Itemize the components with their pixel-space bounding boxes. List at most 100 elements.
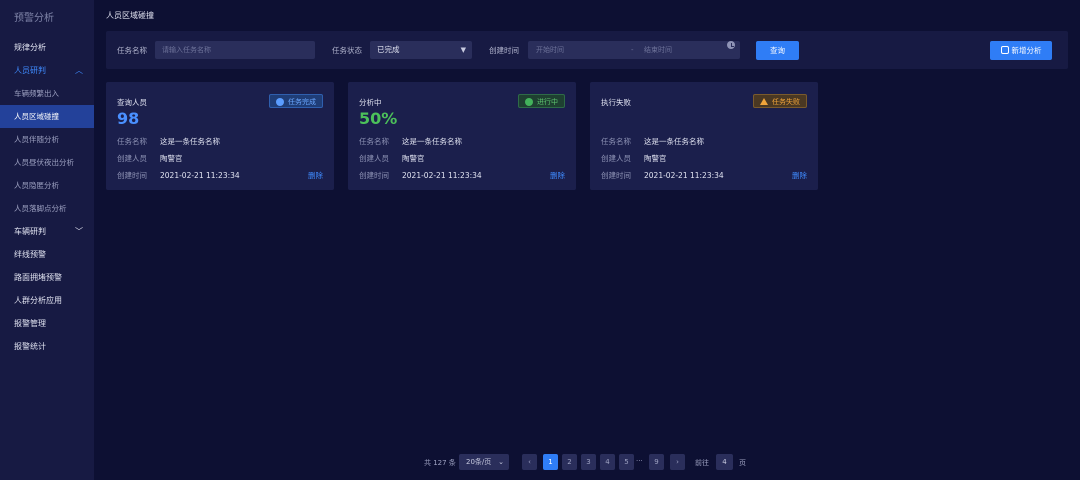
field-create-time: 创建时间 2021-02-21 11:23:34 bbox=[601, 170, 724, 181]
status-badge-label: 任务完成 bbox=[288, 98, 316, 106]
caret-down-icon: ▼ bbox=[460, 46, 466, 54]
status-badge-label: 进行中 bbox=[537, 98, 558, 106]
field-value: 2021-02-21 11:23:34 bbox=[402, 171, 482, 180]
page-ellipsis[interactable]: ··· bbox=[636, 457, 643, 465]
main-content: 人员区域碰撞 任务名称 任务状态 已完成 ▼ 创建时间 开始时间 - 结束时间 … bbox=[94, 0, 1080, 480]
app-root: 预警分析 规律分析 人员研判 ︿ 车辆频繁出入 人员区域碰撞 人员伴随分析 人员… bbox=[0, 0, 1080, 480]
sidebar-subitem-footing[interactable]: 人员落脚点分析 bbox=[0, 197, 94, 220]
status-badge: 任务失败 bbox=[753, 94, 807, 108]
field-creator: 创建人员 陶警官 bbox=[359, 153, 425, 164]
sidebar-subitem-area-collision[interactable]: 人员区域碰撞 bbox=[0, 105, 94, 128]
next-page-button[interactable]: › bbox=[670, 454, 685, 470]
chevron-left-icon: ‹ bbox=[528, 458, 531, 466]
task-card: 查询人员 98 任务完成 任务名称 这是一条任务名称 创建人员 陶警官 创建时间 20… bbox=[106, 82, 334, 190]
end-time-placeholder: 结束时间 bbox=[644, 46, 672, 54]
card-value: 98 bbox=[117, 109, 140, 128]
field-creator: 创建人员 陶警官 bbox=[601, 153, 667, 164]
range-separator: - bbox=[631, 46, 634, 54]
running-icon bbox=[525, 98, 533, 106]
status-badge: 任务完成 bbox=[269, 94, 323, 108]
task-card: 分析中 50% 进行中 任务名称 这是一条任务名称 创建人员 陶警官 创建时间 202… bbox=[348, 82, 576, 190]
page-button[interactable]: 9 bbox=[649, 454, 664, 470]
sidebar-subitem-hidden[interactable]: 人员隐匿分析 bbox=[0, 174, 94, 197]
field-value: 陶警官 bbox=[160, 154, 183, 163]
chevron-down-icon: ﹀ bbox=[75, 227, 83, 236]
goto-page-input[interactable]: 4 bbox=[716, 454, 733, 470]
sidebar-subitem-vehicle-frequent[interactable]: 车辆频繁出入 bbox=[0, 82, 94, 105]
field-value: 陶警官 bbox=[644, 154, 667, 163]
query-button[interactable]: 查询 bbox=[756, 41, 799, 60]
page-suffix: 页 bbox=[739, 459, 746, 467]
card-title: 查询人员 bbox=[117, 98, 147, 107]
add-icon bbox=[1000, 46, 1009, 54]
field-create-time: 创建时间 2021-02-21 11:23:34 bbox=[117, 170, 240, 181]
sidebar-title: 预警分析 bbox=[14, 13, 54, 24]
sidebar: 预警分析 规律分析 人员研判 ︿ 车辆频繁出入 人员区域碰撞 人员伴随分析 人员… bbox=[0, 0, 94, 480]
field-task-name: 任务名称 这是一条任务名称 bbox=[117, 136, 220, 147]
sidebar-subitem-companion[interactable]: 人员伴随分析 bbox=[0, 128, 94, 151]
field-value: 这是一条任务名称 bbox=[402, 137, 462, 146]
sidebar-subitem-night-activity[interactable]: 人员昼伏夜出分析 bbox=[0, 151, 94, 174]
field-task-name: 任务名称 这是一条任务名称 bbox=[601, 136, 704, 147]
field-key: 创建人员 bbox=[359, 154, 389, 163]
task-status-label: 任务状态 bbox=[332, 46, 362, 55]
sidebar-item-label: 车辆研判 bbox=[14, 227, 46, 236]
card-title: 分析中 bbox=[359, 98, 382, 107]
start-time-placeholder: 开始时间 bbox=[536, 46, 564, 54]
sidebar-item-label: 人员研判 bbox=[14, 66, 46, 75]
card-value: 50% bbox=[359, 109, 398, 128]
page-button[interactable]: 2 bbox=[562, 454, 577, 470]
page-button[interactable]: 1 bbox=[543, 454, 558, 470]
field-key: 任务名称 bbox=[359, 137, 389, 146]
chevron-up-icon: ︿ bbox=[75, 66, 83, 75]
create-time-label: 创建时间 bbox=[489, 46, 519, 55]
delete-link[interactable]: 删除 bbox=[308, 170, 323, 181]
page-button[interactable]: 3 bbox=[581, 454, 596, 470]
page-size-select[interactable]: 20条/页 ⌄ bbox=[459, 454, 509, 470]
chevron-right-icon: › bbox=[676, 458, 679, 466]
goto-label: 前往 bbox=[695, 459, 709, 467]
field-value: 2021-02-21 11:23:34 bbox=[644, 171, 724, 180]
sidebar-item-tripwire[interactable]: 绊线预警 bbox=[0, 243, 94, 266]
page-title: 人员区域碰撞 bbox=[106, 11, 154, 20]
sidebar-item-congestion[interactable]: 路面拥堵预警 bbox=[0, 266, 94, 289]
delete-link[interactable]: 删除 bbox=[550, 170, 565, 181]
task-status-select[interactable]: 已完成 ▼ bbox=[370, 41, 472, 59]
sidebar-item-crowd[interactable]: 人群分析应用 bbox=[0, 289, 94, 312]
page-button[interactable]: 4 bbox=[600, 454, 615, 470]
pagination: 共 127 条 20条/页 ⌄ ‹ 1 2 3 4 5 ··· 9 › 前往 4… bbox=[424, 454, 754, 470]
prev-page-button[interactable]: ‹ bbox=[522, 454, 537, 470]
field-key: 任务名称 bbox=[117, 137, 147, 146]
task-name-input[interactable] bbox=[155, 41, 315, 59]
add-analysis-label: 新增分析 bbox=[1011, 46, 1042, 55]
field-value: 这是一条任务名称 bbox=[160, 137, 220, 146]
total-count: 共 127 条 bbox=[424, 459, 456, 467]
field-task-name: 任务名称 这是一条任务名称 bbox=[359, 136, 462, 147]
warning-icon bbox=[760, 98, 768, 105]
date-range-picker[interactable]: 开始时间 - 结束时间 bbox=[528, 41, 740, 59]
field-key: 任务名称 bbox=[601, 137, 631, 146]
field-key: 创建时间 bbox=[117, 171, 147, 180]
add-analysis-button[interactable]: 新增分析 bbox=[990, 41, 1052, 60]
sidebar-item-rule-analysis[interactable]: 规律分析 bbox=[0, 36, 94, 59]
task-status-value: 已完成 bbox=[377, 45, 400, 54]
status-badge-label: 任务失败 bbox=[772, 98, 800, 106]
task-name-label: 任务名称 bbox=[117, 46, 147, 55]
filter-bar: 任务名称 任务状态 已完成 ▼ 创建时间 开始时间 - 结束时间 查询 新增分析 bbox=[106, 31, 1068, 69]
clock-icon bbox=[727, 41, 735, 49]
card-title: 执行失败 bbox=[601, 98, 631, 107]
field-key: 创建时间 bbox=[359, 171, 389, 180]
chevron-down-icon: ⌄ bbox=[498, 458, 504, 466]
field-key: 创建人员 bbox=[117, 154, 147, 163]
sidebar-item-person-judgment[interactable]: 人员研判 ︿ bbox=[0, 59, 94, 82]
field-create-time: 创建时间 2021-02-21 11:23:34 bbox=[359, 170, 482, 181]
delete-link[interactable]: 删除 bbox=[792, 170, 807, 181]
sidebar-item-vehicle-judgment[interactable]: 车辆研判 ﹀ bbox=[0, 220, 94, 243]
sidebar-item-alarm-mgmt[interactable]: 报警管理 bbox=[0, 312, 94, 335]
field-value: 这是一条任务名称 bbox=[644, 137, 704, 146]
field-creator: 创建人员 陶警官 bbox=[117, 153, 183, 164]
page-button[interactable]: 5 bbox=[619, 454, 634, 470]
sidebar-item-alarm-stats[interactable]: 报警统计 bbox=[0, 335, 94, 358]
field-key: 创建时间 bbox=[601, 171, 631, 180]
page-size-value: 20条/页 bbox=[466, 458, 492, 466]
